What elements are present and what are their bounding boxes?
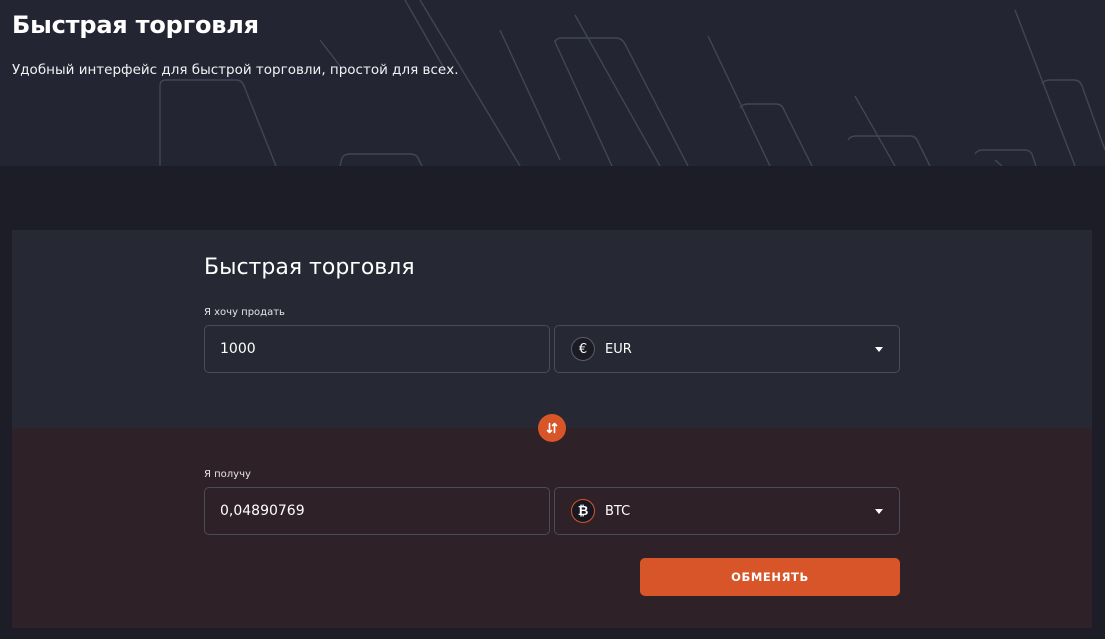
receive-section-background (12, 428, 1092, 628)
euro-icon: € (571, 337, 595, 361)
bitcoin-icon: ₿ (571, 499, 595, 523)
swap-arrows-icon (546, 422, 558, 434)
exchange-button[interactable]: ОБМЕНЯТЬ (640, 558, 900, 596)
swap-currencies-button[interactable] (538, 414, 566, 442)
page-title: Быстрая торговля (12, 11, 259, 39)
page-subtitle: Удобный интерфейс для быстрой торговли, … (12, 62, 459, 78)
receive-amount-label: Я получу (204, 469, 251, 480)
trade-form-title: Быстрая торговля (204, 255, 415, 280)
sell-currency-select[interactable]: € EUR (554, 325, 900, 373)
chevron-down-icon (875, 508, 883, 514)
chevron-down-icon (875, 346, 883, 352)
receive-currency-code: BTC (605, 503, 631, 519)
sell-currency-code: EUR (605, 341, 632, 357)
hero-banner: Быстрая торговля Удобный интерфейс для б… (0, 0, 1105, 166)
sell-amount-label: Я хочу продать (204, 307, 285, 318)
receive-amount-input[interactable] (204, 487, 550, 535)
receive-currency-select[interactable]: ₿ BTC (554, 487, 900, 535)
quick-trade-card: Быстрая торговля Я хочу продать € EUR Я … (12, 230, 1092, 628)
sell-amount-input[interactable] (204, 325, 550, 373)
